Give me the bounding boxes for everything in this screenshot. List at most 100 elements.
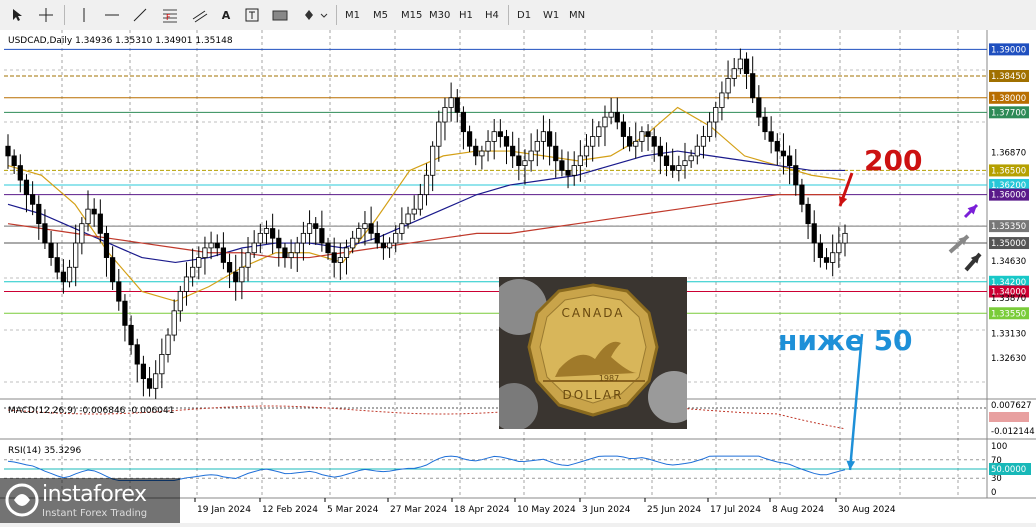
- candle-body: [85, 208, 91, 225]
- candle-body: [596, 126, 602, 137]
- candle-body: [602, 116, 608, 128]
- symbol-info: USDCAD,Daily 1.34936 1.35310 1.34901 1.3…: [8, 36, 233, 46]
- candle-body: [417, 194, 423, 210]
- tf-m5[interactable]: M5: [370, 6, 391, 24]
- shapes-icon[interactable]: [304, 6, 330, 24]
- candle-body: [553, 145, 559, 162]
- candle-body: [306, 223, 313, 234]
- candle-body: [294, 242, 300, 254]
- candle-body: [590, 136, 596, 147]
- candle-body: [633, 140, 639, 147]
- tf-h1[interactable]: H1: [456, 6, 476, 24]
- candle-body: [313, 223, 319, 229]
- candle-body: [399, 223, 405, 234]
- logo-subtext: Instant Forex Trading: [42, 508, 148, 519]
- text-tool[interactable]: A: [216, 6, 236, 24]
- ma200-arrow-head: [838, 196, 848, 206]
- instaforex-logo: instaforex Instant Forex Trading: [0, 478, 180, 523]
- chart-area[interactable]: 1.39000 1.38450 1.38000 1.37700 1.36500 1.362…: [0, 30, 1036, 523]
- svg-text:F: F: [166, 13, 171, 22]
- candle-body: [208, 242, 214, 249]
- candle-body: [128, 324, 134, 346]
- tf-m1[interactable]: M1: [342, 6, 363, 24]
- candle-body: [774, 140, 780, 152]
- candle-body: [830, 252, 836, 263]
- candle-body: [140, 363, 146, 380]
- level-price-label: 1.37700: [991, 108, 1026, 118]
- date-label: 17 Jul 2024: [710, 505, 761, 515]
- date-label: 25 Jun 2024: [647, 505, 701, 515]
- candle-body: [565, 170, 571, 176]
- candle-body: [460, 111, 467, 133]
- candle-body: [423, 174, 430, 196]
- candle-body: [756, 97, 762, 118]
- candle-body: [54, 257, 60, 273]
- rsi-tick-label: 0: [991, 488, 996, 498]
- date-label: 12 Feb 2024: [262, 505, 318, 515]
- candle-body: [17, 165, 23, 181]
- vertical-line-icon[interactable]: [74, 6, 94, 24]
- rsi-tick-label: 30: [991, 474, 1002, 484]
- macd-value-box: [989, 412, 1029, 422]
- candle-body: [146, 378, 153, 389]
- candle-body: [608, 111, 614, 118]
- tf-h4[interactable]: H4: [482, 6, 502, 24]
- cursor-icon[interactable]: [8, 6, 28, 24]
- candle-body: [811, 223, 817, 244]
- tf-m30[interactable]: M30: [426, 6, 453, 24]
- price-tick-label: 1.34630: [991, 257, 1026, 267]
- candle-body: [325, 242, 331, 254]
- candle-body: [66, 266, 73, 283]
- rsi-marker-label: 50.0000: [991, 465, 1026, 475]
- candle-body: [257, 232, 263, 244]
- candle-body: [343, 247, 350, 258]
- candle-body: [220, 247, 227, 263]
- fibonacci-icon[interactable]: F: [160, 6, 180, 24]
- candle-body: [657, 145, 663, 157]
- candle-body: [793, 165, 799, 186]
- crosshair-icon[interactable]: [36, 6, 56, 24]
- candle-body: [577, 155, 583, 166]
- candle-body: [639, 131, 645, 142]
- macd-tick-label: 0.007627: [991, 401, 1032, 411]
- channel-icon[interactable]: [190, 6, 210, 24]
- candle-body: [645, 131, 651, 137]
- candle-body: [11, 155, 17, 166]
- candle-body: [30, 194, 36, 205]
- rectangle-icon[interactable]: [270, 6, 290, 24]
- candle-body: [534, 140, 540, 152]
- candle-body: [713, 107, 719, 123]
- candle-body: [700, 136, 707, 147]
- candle-body: [448, 97, 454, 108]
- tf-d1[interactable]: D1: [514, 6, 534, 24]
- candle-body: [620, 121, 627, 137]
- candle-body: [479, 150, 485, 157]
- price-tick-label: 1.33130: [991, 330, 1026, 340]
- candle-body: [270, 228, 276, 239]
- rsi-tick-label: 100: [991, 442, 1007, 452]
- candle-body: [651, 136, 657, 147]
- date-label: 3 Jun 2024: [582, 505, 631, 515]
- candle-body: [362, 223, 368, 229]
- tf-w1[interactable]: W1: [540, 6, 562, 24]
- candle-body: [737, 58, 743, 70]
- candle-body: [805, 203, 811, 225]
- candle-body: [485, 140, 491, 152]
- candle-body: [319, 228, 325, 244]
- candle-body: [546, 131, 553, 147]
- horizontal-line-icon[interactable]: [102, 6, 122, 24]
- candle-body: [750, 73, 756, 99]
- macd-tick-label: -0.012144: [991, 427, 1035, 437]
- tf-mn[interactable]: MN: [566, 6, 588, 24]
- candle-body: [183, 276, 190, 292]
- candle-body: [337, 257, 343, 263]
- candle-body: [23, 179, 30, 196]
- candle-body: [91, 208, 97, 215]
- candle-body: [153, 373, 159, 389]
- candle-body: [787, 155, 793, 166]
- level-price-label: 1.33550: [991, 309, 1026, 319]
- candle-body: [540, 131, 547, 142]
- tf-m15[interactable]: M15: [398, 6, 425, 24]
- trendline-icon[interactable]: [130, 6, 150, 24]
- text-label-icon[interactable]: [242, 6, 262, 24]
